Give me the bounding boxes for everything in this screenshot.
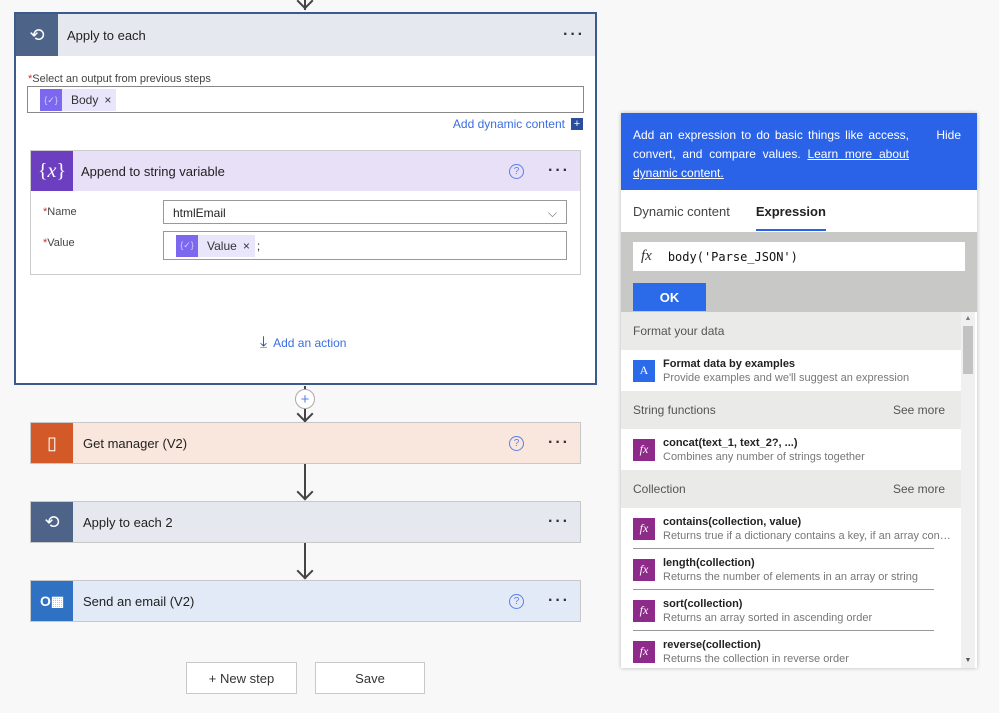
list-item[interactable]: A Format data by examples Provide examples… (621, 350, 961, 391)
name-label: *Name (43, 206, 77, 218)
apply-to-each-card: ⟲ Apply to each ··· *Select an output fr… (14, 12, 597, 385)
loop-icon: ⟲ (31, 502, 73, 542)
list-item[interactable]: fx contains(collection, value) Returns tru… (621, 508, 961, 549)
select-output-input[interactable]: {✓} Body × (27, 86, 584, 113)
remove-token-button[interactable]: × (243, 239, 255, 253)
scrollbar[interactable]: ▲ ▼ (961, 312, 975, 668)
value-input[interactable]: {✓} Value × ; (163, 231, 567, 260)
format-data-icon: A (633, 359, 655, 382)
ok-button[interactable]: OK (633, 283, 706, 311)
list-item[interactable]: fx sort(collection) Returns an array sorte… (621, 590, 961, 631)
outlook-icon: O▦ (31, 581, 73, 621)
add-dynamic-content-link[interactable]: Add dynamic content + (453, 117, 583, 131)
info-banner: Add an expression to do basic things lik… (621, 113, 977, 190)
variable-icon: {x} (31, 151, 73, 191)
function-list: Format your data A Format data by example… (621, 312, 961, 672)
expression-editor-area: fx body('Parse_JSON') OK (621, 232, 977, 312)
dynamic-content-panel: Add an expression to do basic things lik… (621, 113, 977, 668)
add-action-button[interactable]: ⤓ Add an action (260, 334, 346, 352)
body-token: {✓} Body × (40, 89, 117, 111)
more-options-button[interactable]: ··· (548, 162, 570, 180)
arrow-icon (296, 405, 314, 423)
arrow-icon (296, 562, 314, 580)
scrollbar-thumb (963, 326, 973, 374)
new-step-button[interactable]: + New step (186, 662, 297, 694)
loop-icon: ⟲ (16, 14, 58, 56)
list-item[interactable]: fx reverse(collection) Returns the collect… (621, 631, 961, 672)
help-icon[interactable]: ? (509, 435, 525, 451)
arrow-icon (296, 0, 314, 10)
append-string-card: {x} Append to string variable ? ··· *Nam… (30, 150, 581, 275)
fx-icon: fx (641, 248, 652, 264)
list-item[interactable]: fx length(collection) Returns the number o… (621, 549, 961, 590)
more-options-button[interactable]: ··· (548, 592, 570, 610)
more-options-button[interactable]: ··· (548, 434, 570, 452)
add-icon: + (571, 118, 583, 130)
tab-dynamic-content[interactable]: Dynamic content (633, 204, 730, 219)
fx-icon: fx (633, 558, 655, 581)
help-icon[interactable]: ? (509, 163, 525, 179)
save-button[interactable]: Save (315, 662, 425, 694)
fx-icon: fx (633, 640, 655, 663)
expression-icon: {✓} (176, 234, 198, 257)
select-output-label: *Select an output from previous steps (28, 73, 211, 85)
name-dropdown[interactable]: htmlEmail ⌵ (163, 200, 567, 224)
chevron-down-icon: ⌵ (547, 206, 557, 220)
add-action-icon: ⤓ (260, 334, 268, 351)
section-header: Format your data (621, 312, 961, 350)
card-title: Apply to each (67, 27, 146, 43)
section-header: String functions See more (621, 391, 961, 429)
list-item[interactable]: fx concat(text_1, text_2?, ...) Combines a… (621, 429, 961, 470)
step-get-manager[interactable]: ▯ Get manager (V2) ? ··· (30, 422, 581, 464)
more-options-button[interactable]: ··· (563, 26, 585, 44)
arrow-icon (296, 483, 314, 501)
see-more-link[interactable]: See more (893, 482, 945, 496)
expression-icon: {✓} (40, 89, 62, 111)
remove-token-button[interactable]: × (104, 93, 116, 107)
hide-button[interactable]: Hide (936, 126, 961, 145)
step-apply-to-each-2[interactable]: ⟲ Apply to each 2 ··· (30, 501, 581, 543)
help-icon[interactable]: ? (509, 593, 525, 609)
tab-expression[interactable]: Expression (755, 192, 826, 231)
fx-icon: fx (633, 438, 655, 461)
card-title: Append to string variable (81, 163, 225, 179)
step-send-email[interactable]: O▦ Send an email (V2) ? ··· (30, 580, 581, 622)
scroll-up-icon: ▲ (964, 315, 972, 322)
more-options-button[interactable]: ··· (548, 513, 570, 531)
value-label: *Value (43, 237, 75, 249)
tab-bar: Dynamic content Expression (621, 190, 977, 232)
fx-icon: fx (633, 517, 655, 540)
expression-input[interactable]: fx body('Parse_JSON') (633, 242, 965, 271)
apply-to-each-header[interactable]: ⟲ Apply to each ··· (16, 14, 595, 56)
office-icon: ▯ (31, 423, 73, 463)
see-more-link[interactable]: See more (893, 403, 945, 417)
section-header: Collection See more (621, 470, 961, 508)
fx-icon: fx (633, 599, 655, 622)
append-header[interactable]: {x} Append to string variable ? ··· (31, 151, 580, 191)
value-token: {✓} Value × (176, 234, 255, 257)
scroll-down-icon: ▼ (964, 657, 972, 664)
